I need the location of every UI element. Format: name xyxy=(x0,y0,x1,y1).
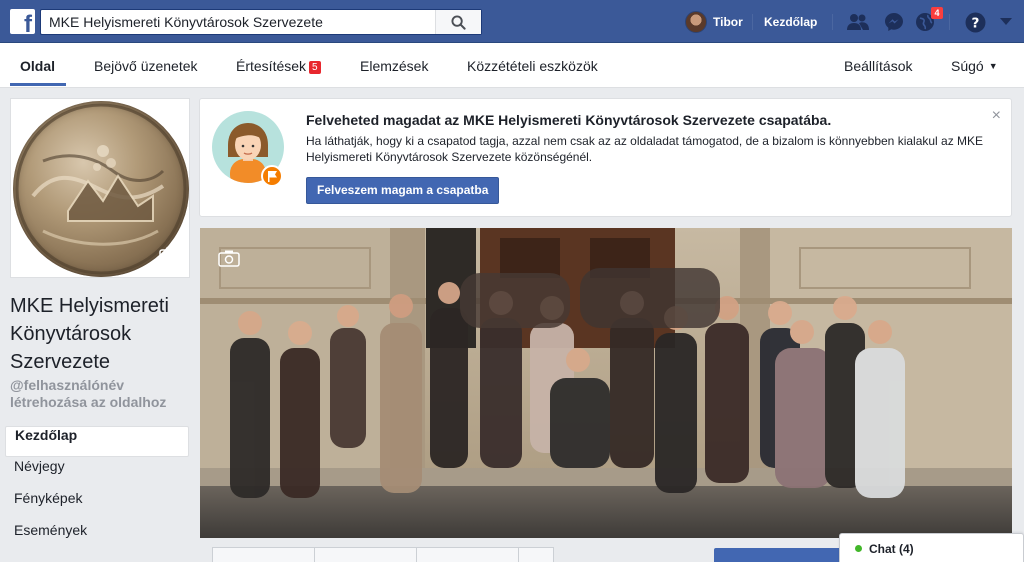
camera-icon[interactable] xyxy=(218,250,240,272)
sidebar-item-events[interactable]: Események xyxy=(5,522,189,553)
chat-label: Chat (4) xyxy=(869,542,914,556)
tab-page[interactable]: Oldal xyxy=(20,58,55,74)
top-bar: f Tibor Kezdőlap xyxy=(0,0,1024,43)
avatar xyxy=(685,10,707,33)
divider xyxy=(949,14,950,30)
create-username-link[interactable]: @felhasználónév létrehozása az oldalhoz xyxy=(10,377,195,411)
cover-photo[interactable] xyxy=(200,228,1012,538)
group-photo-image xyxy=(200,228,1012,538)
flag-icon xyxy=(261,165,283,187)
join-team-card: Felveheted magadat az MKE Helyismereti K… xyxy=(199,98,1012,217)
tab-notifications-label: Értesítések xyxy=(236,58,307,74)
call-to-action-button[interactable] xyxy=(714,548,844,562)
logo-letter: f xyxy=(24,11,32,38)
more-button[interactable] xyxy=(518,547,554,562)
sidebar-item-about[interactable]: Névjegy xyxy=(5,458,189,489)
camera-icon[interactable] xyxy=(159,247,181,269)
divider xyxy=(752,14,753,30)
tab-notifications[interactable]: Értesítések 5 xyxy=(236,58,321,74)
like-button[interactable] xyxy=(212,547,314,562)
tab-inbox[interactable]: Bejövő üzenetek xyxy=(94,58,198,74)
page-action-buttons xyxy=(212,547,554,562)
help-dropdown[interactable]: Súgó ▼ xyxy=(951,58,998,74)
profile-picture[interactable] xyxy=(10,98,190,278)
svg-text:?: ? xyxy=(971,15,979,31)
join-card-text: Ha láthatják, hogy ki a csapatod tagja, … xyxy=(306,134,984,164)
help-label: Súgó xyxy=(951,58,984,74)
facebook-logo-icon[interactable]: f xyxy=(10,9,35,38)
search-box xyxy=(40,9,482,35)
page-title[interactable]: MKE Helyismereti Könyvtárosok Szervezete xyxy=(10,292,195,376)
account-menu-arrow-icon[interactable] xyxy=(994,11,1018,33)
page-admin-nav: Oldal Bejövő üzenetek Értesítések 5 Elemz… xyxy=(0,43,1024,88)
active-tab-indicator xyxy=(10,83,66,86)
messenger-icon[interactable] xyxy=(882,11,906,33)
notifications-count-badge: 5 xyxy=(309,61,321,74)
home-link[interactable]: Kezdőlap xyxy=(764,15,817,29)
search-button[interactable] xyxy=(435,10,481,34)
follow-button[interactable] xyxy=(314,547,416,562)
online-status-icon xyxy=(855,545,862,552)
chevron-down-icon: ▼ xyxy=(988,61,998,71)
tab-insights[interactable]: Elemzések xyxy=(360,58,428,74)
divider xyxy=(832,14,833,30)
search-icon xyxy=(451,14,466,30)
close-icon[interactable]: × xyxy=(992,107,1001,125)
sidebar-item-home[interactable]: Kezdőlap xyxy=(5,426,189,457)
join-team-button[interactable]: Felveszem magam a csapatba xyxy=(306,177,500,204)
user-profile-link[interactable]: Tibor xyxy=(685,9,743,34)
friend-requests-icon[interactable] xyxy=(846,11,870,33)
user-name: Tibor xyxy=(713,14,743,29)
sidebar-item-photos[interactable]: Fényképek xyxy=(5,490,189,521)
notifications-badge: 4 xyxy=(931,7,943,19)
help-icon[interactable]: ? xyxy=(963,11,987,33)
share-button[interactable] xyxy=(416,547,518,562)
tab-publishing-tools[interactable]: Közzétételi eszközök xyxy=(467,58,598,74)
join-card-title: Felveheted magadat az MKE Helyismereti K… xyxy=(306,112,832,128)
page-sidebar-nav: Kezdőlap Névjegy Fényképek Események xyxy=(5,426,189,554)
chat-bar[interactable]: Chat (4) xyxy=(839,533,1024,562)
search-input[interactable] xyxy=(41,10,436,34)
settings-link[interactable]: Beállítások xyxy=(844,58,912,74)
